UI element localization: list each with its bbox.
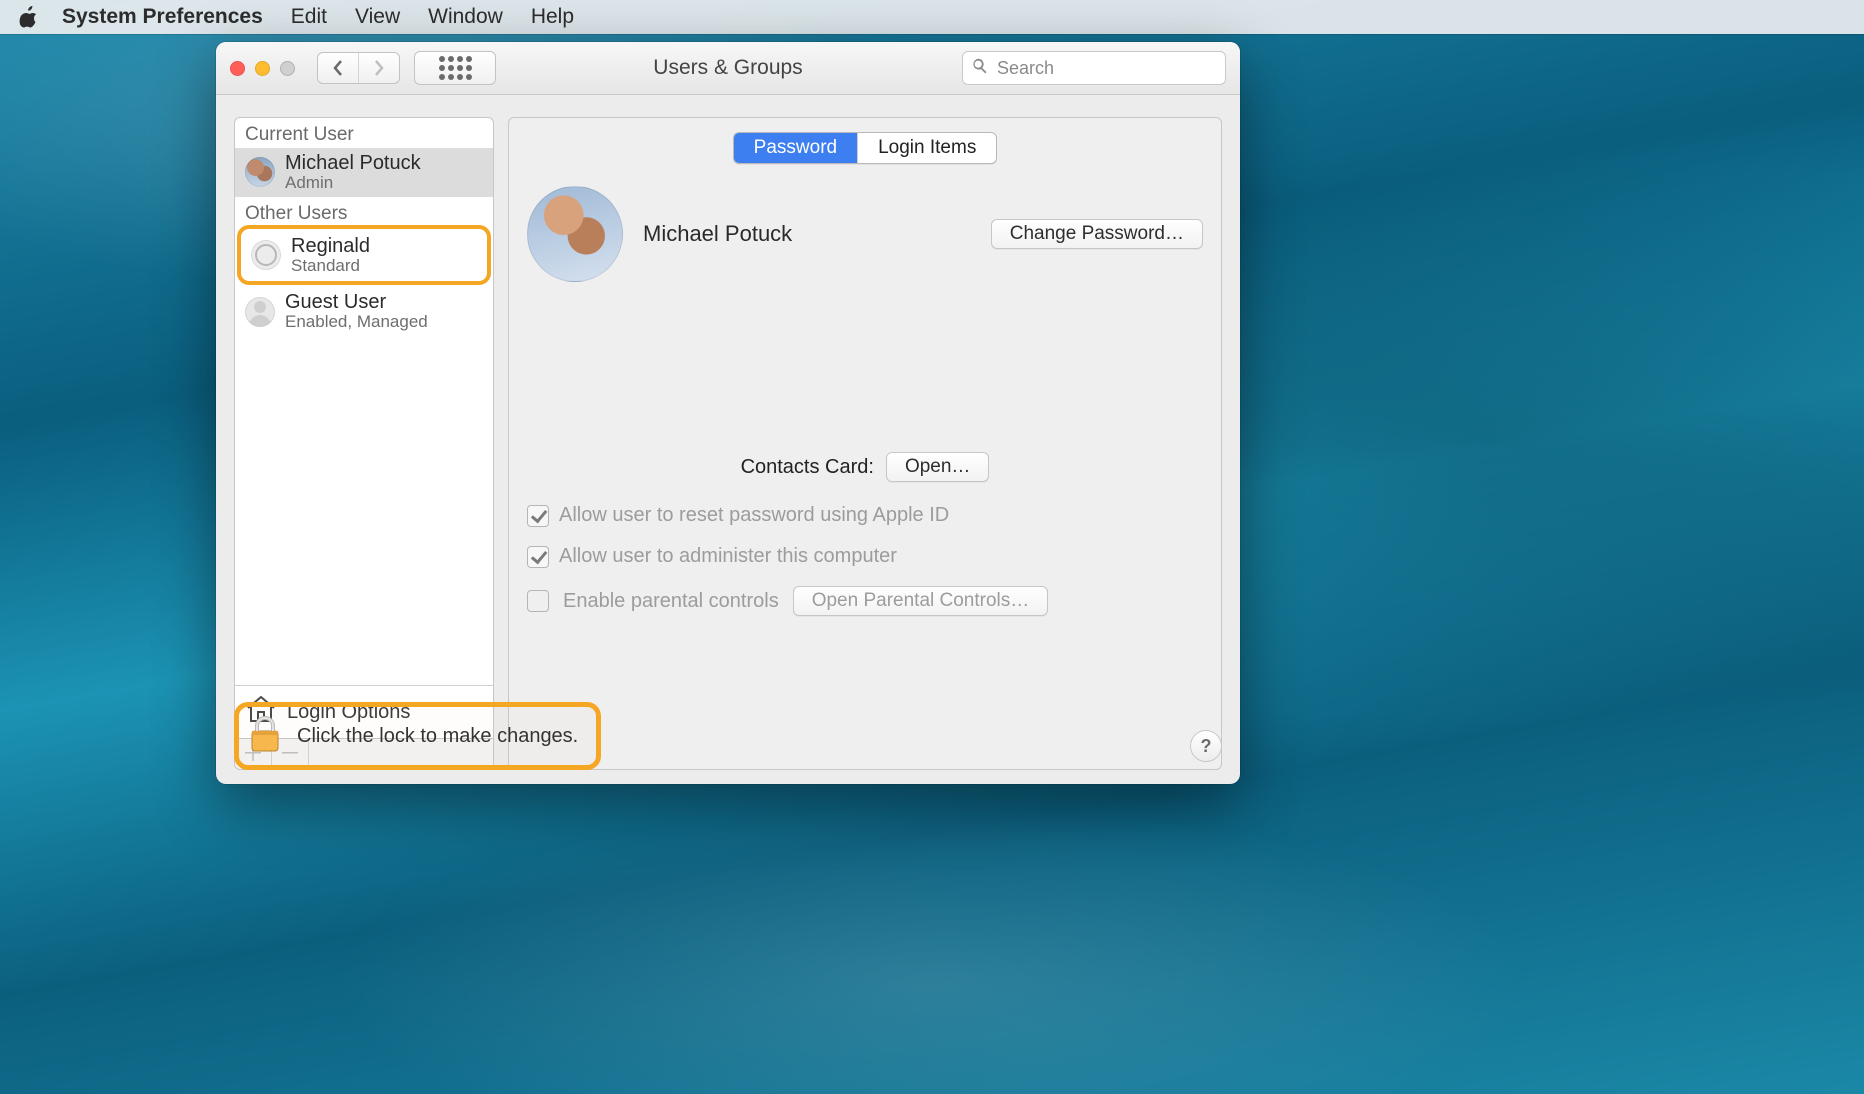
nav-forward-button [358, 53, 399, 83]
search-input[interactable] [995, 57, 1231, 80]
checkbox-icon [527, 590, 549, 612]
menubar-item-view[interactable]: View [355, 5, 400, 29]
user-role: Admin [285, 174, 421, 193]
nav-back-forward [317, 52, 400, 84]
avatar-icon [245, 157, 275, 187]
help-icon: ? [1201, 736, 1212, 757]
help-button[interactable]: ? [1190, 730, 1222, 762]
profile-display-name: Michael Potuck [643, 221, 971, 247]
show-all-button[interactable] [414, 51, 496, 85]
section-header-other-users: Other Users [235, 197, 493, 227]
user-row-reginald[interactable]: Reginald Standard [241, 231, 487, 280]
lock-text: Click the lock to make changes. [297, 725, 578, 748]
window-close-button[interactable] [230, 61, 245, 76]
user-name: Michael Potuck [285, 152, 421, 174]
tab-password[interactable]: Password [734, 133, 857, 163]
window-titlebar: Users & Groups [216, 42, 1240, 95]
lock-area: Click the lock to make changes. [234, 702, 601, 770]
user-row-guest[interactable]: Guest User Enabled, Managed [235, 287, 493, 336]
search-icon [971, 57, 995, 79]
traffic-lights [230, 61, 295, 76]
checkbox-icon [527, 505, 549, 527]
option-parental-controls: Enable parental controls Open Parental C… [527, 586, 1203, 616]
checkbox-icon [527, 546, 549, 568]
apple-menu-icon[interactable] [18, 6, 40, 28]
users-sidebar: Current User Michael Potuck Admin Other … [234, 117, 494, 770]
user-list: Current User Michael Potuck Admin Other … [234, 117, 494, 739]
user-name: Reginald [291, 235, 370, 257]
menubar-item-help[interactable]: Help [531, 5, 574, 29]
option-reset-apple-id: Allow user to reset password using Apple… [527, 504, 1203, 527]
window-minimize-button[interactable] [255, 61, 270, 76]
profile-avatar[interactable] [527, 186, 623, 282]
grid-icon [439, 56, 472, 80]
nav-back-button[interactable] [318, 53, 358, 83]
preferences-window: Users & Groups Current User Michael Potu… [216, 42, 1240, 784]
main-panel: Password Login Items Michael Potuck Chan… [508, 117, 1222, 770]
tab-login-items[interactable]: Login Items [857, 133, 996, 163]
menubar-app-name[interactable]: System Preferences [62, 5, 263, 29]
open-contacts-button[interactable]: Open… [886, 452, 989, 482]
user-role: Enabled, Managed [285, 313, 428, 332]
search-field-wrap[interactable] [962, 51, 1226, 85]
window-zoom-button [280, 61, 295, 76]
option-administer: Allow user to administer this computer [527, 545, 1203, 568]
avatar-icon [245, 297, 275, 327]
menubar-item-edit[interactable]: Edit [291, 5, 327, 29]
lock-icon[interactable] [247, 715, 283, 757]
option-label: Enable parental controls [563, 590, 779, 613]
user-name: Guest User [285, 291, 428, 313]
menubar: System Preferences Edit View Window Help [0, 0, 1864, 34]
contacts-card-label: Contacts Card: [741, 456, 874, 479]
option-label: Allow user to reset password using Apple… [559, 504, 949, 527]
user-role: Standard [291, 257, 370, 276]
change-password-button[interactable]: Change Password… [991, 219, 1203, 249]
user-row-current[interactable]: Michael Potuck Admin [235, 148, 493, 197]
menubar-item-window[interactable]: Window [428, 5, 503, 29]
tab-group: Password Login Items [733, 132, 998, 164]
section-header-current-user: Current User [235, 118, 493, 148]
annotation-highlight-user: Reginald Standard [237, 225, 491, 286]
option-label: Allow user to administer this computer [559, 545, 897, 568]
open-parental-controls-button: Open Parental Controls… [793, 586, 1049, 616]
avatar-icon [251, 240, 281, 270]
annotation-highlight-lock: Click the lock to make changes. [234, 702, 601, 770]
